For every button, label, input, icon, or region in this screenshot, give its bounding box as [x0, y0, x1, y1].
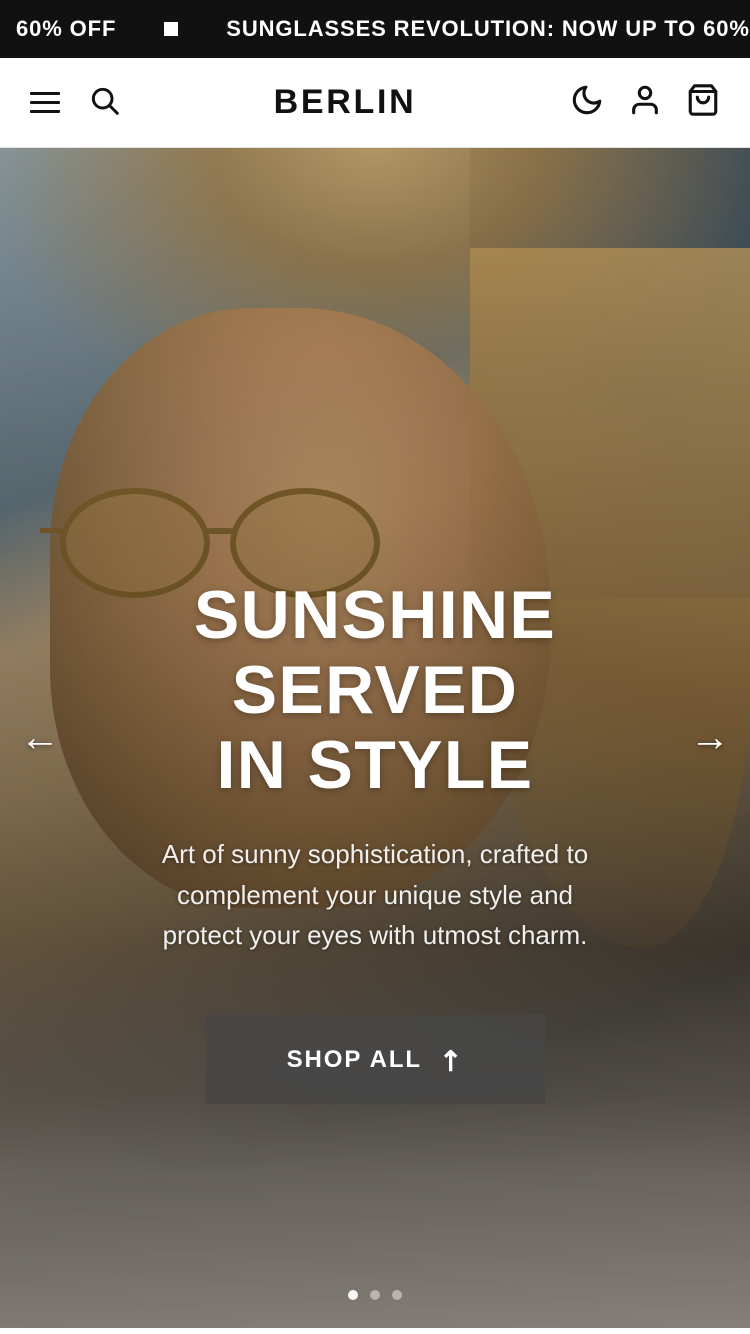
site-logo[interactable]: BERLIN: [274, 83, 417, 122]
hero-title: SUNSHINE SERVED IN STYLE: [60, 578, 690, 802]
darkmode-button[interactable]: [570, 83, 604, 122]
header: BERLIN: [0, 58, 750, 148]
search-button[interactable]: [88, 84, 120, 121]
announcement-dot: [164, 22, 178, 36]
hero-title-line1: SUNSHINE SERVED: [194, 577, 556, 728]
hero-dots: [0, 1290, 750, 1300]
shop-all-button[interactable]: SHOP ALL ↗: [205, 1015, 545, 1104]
hero-content: SUNSHINE SERVED IN STYLE Art of sunny so…: [0, 578, 750, 1104]
announcement-bar: 60% OFF SUNGLASSES REVOLUTION: NOW UP TO…: [0, 0, 750, 58]
account-button[interactable]: [628, 83, 662, 122]
header-right: [570, 83, 720, 122]
hero-next-button[interactable]: →: [690, 716, 730, 761]
header-left: [30, 84, 120, 121]
announcement-text-2: SUNGLASSES REVOLUTION: NOW UP TO 60% OFF: [210, 16, 750, 42]
shop-all-arrow-icon: ↗: [430, 1039, 471, 1080]
hero-title-line2: IN STYLE: [217, 727, 534, 803]
hero-subtitle: Art of sunny sophistication, crafted to …: [135, 834, 615, 955]
menu-button[interactable]: [30, 92, 60, 113]
shop-all-label: SHOP ALL: [287, 1046, 422, 1074]
hero-section: ← SUNSHINE SERVED IN STYLE Art of sunny …: [0, 148, 750, 1328]
hero-dot-2[interactable]: [370, 1290, 380, 1300]
announcement-text: 60% OFF: [0, 16, 132, 42]
cart-button[interactable]: [686, 83, 720, 122]
hero-dot-1[interactable]: [348, 1290, 358, 1300]
hero-dot-3[interactable]: [392, 1290, 402, 1300]
